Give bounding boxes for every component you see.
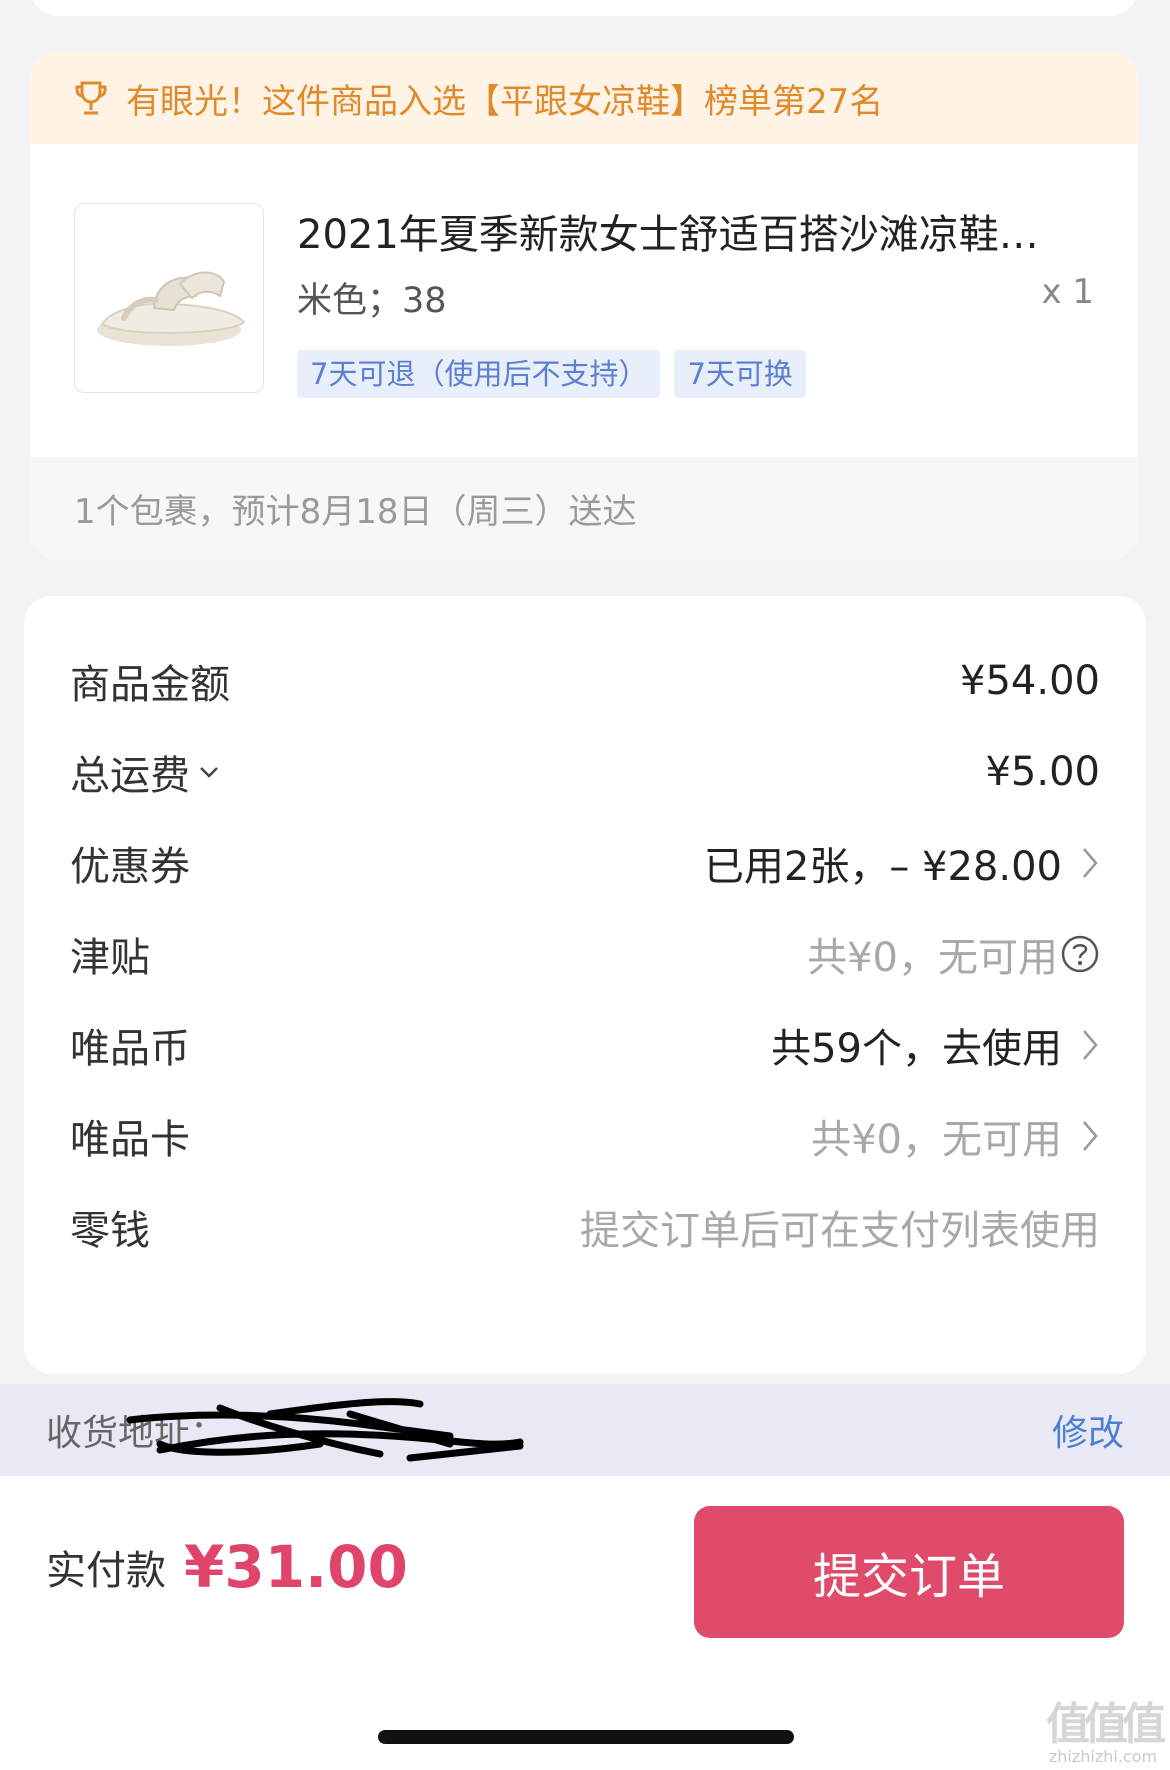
watermark: 值值值 zhizhizhi.com [1046,1699,1166,1767]
product-quantity: x 1 [1041,272,1094,312]
coupon-label: 优惠券 [70,844,190,890]
shipping-value: ¥5.00 [985,749,1100,795]
summary-row-goods-amount: 商品金额 ¥54.00 [70,651,1100,711]
shipping-label: 总运费 [70,753,190,799]
chevron-right-icon [1083,1030,1098,1060]
vip-coins-value: 共59个，去使用 [771,1026,1062,1072]
redaction-scribble [126,1398,524,1462]
shipping-label-group[interactable]: 总运费 [70,743,222,801]
summary-row-change: 零钱 提交订单后可在支付列表使用 [70,1197,1100,1257]
edit-address-link[interactable]: 修改 [1052,1404,1124,1456]
checkout-bar: 实付款 ¥31.00 提交订单 值值值 zhizhizhi.com [0,1476,1170,1770]
allowance-value-group: 共¥0，无可用 [807,925,1100,983]
goods-amount-label: 商品金额 [70,662,230,708]
product-name[interactable]: 2021年夏季新款女士舒适百搭沙滩凉鞋… [297,202,1077,260]
service-tags: 7天可退（使用后不支持） 7天可换 [297,350,806,398]
chevron-down-icon [200,767,218,778]
coupon-value: 已用2张，– ¥28.00 [703,844,1062,890]
shipping-address-bar: 收货地址： 修改 [0,1384,1170,1476]
change-label: 零钱 [70,1208,150,1254]
total-label: 实付款 [46,1548,166,1594]
question-circle-icon[interactable] [1060,934,1100,974]
chevron-right-icon [1083,1121,1098,1151]
allowance-label: 津贴 [70,935,150,981]
home-indicator[interactable] [378,1730,794,1744]
trophy-icon [75,81,107,115]
summary-row-shipping[interactable]: 总运费 ¥5.00 [70,742,1100,802]
vip-coins-value-group[interactable]: 共59个，去使用 [771,1016,1100,1074]
chevron-right-icon [1083,848,1098,878]
delivery-text: 1个包裹，预计8月18日（周三）送达 [74,492,637,532]
rank-banner-text: 有眼光！这件商品入选【平跟女凉鞋】榜单第27名 [126,81,884,122]
sandal-image [97,271,246,346]
previous-card-edge [30,0,1138,16]
vip-card-label: 唯品卡 [70,1117,190,1163]
vip-card-value: 共¥0，无可用 [811,1117,1062,1163]
summary-row-coupon[interactable]: 优惠券 已用2张，– ¥28.00 [70,833,1100,893]
rank-banner[interactable]: 有眼光！这件商品入选【平跟女凉鞋】榜单第27名 [30,52,1138,144]
goods-amount-value: ¥54.00 [960,658,1100,704]
watermark-glyphs: 值值值 [1046,1699,1166,1750]
product-sku: 米色；38 [297,281,447,321]
summary-row-vip-card[interactable]: 唯品卡 共¥0，无可用 [70,1106,1100,1166]
return-policy-tag: 7天可退（使用后不支持） [297,350,661,398]
vip-card-value-group[interactable]: 共¥0，无可用 [811,1107,1100,1165]
delivery-estimate: 1个包裹，预计8月18日（周三）送达 [30,457,1138,560]
product-card: 有眼光！这件商品入选【平跟女凉鞋】榜单第27名 2021年夏季新款女士舒适百搭沙… [30,52,1138,560]
vip-coins-label: 唯品币 [70,1026,190,1072]
submit-order-button[interactable]: 提交订单 [694,1506,1124,1638]
allowance-value: 共¥0，无可用 [807,935,1058,981]
summary-row-vip-coins[interactable]: 唯品币 共59个，去使用 [70,1015,1100,1075]
watermark-site: zhizhizhi.com [1048,1747,1158,1766]
exchange-policy-tag: 7天可换 [674,350,806,398]
product-image[interactable] [74,203,264,393]
change-value: 提交订单后可在支付列表使用 [580,1208,1100,1254]
price-summary-card: 商品金额 ¥54.00 总运费 ¥5.00 优惠券 已用2张，– ¥28.00 … [24,596,1146,1374]
coupon-value-group[interactable]: 已用2张，– ¥28.00 [704,834,1100,892]
total-amount: ¥31.00 [184,1533,408,1601]
summary-row-allowance: 津贴 共¥0，无可用 [70,924,1100,984]
